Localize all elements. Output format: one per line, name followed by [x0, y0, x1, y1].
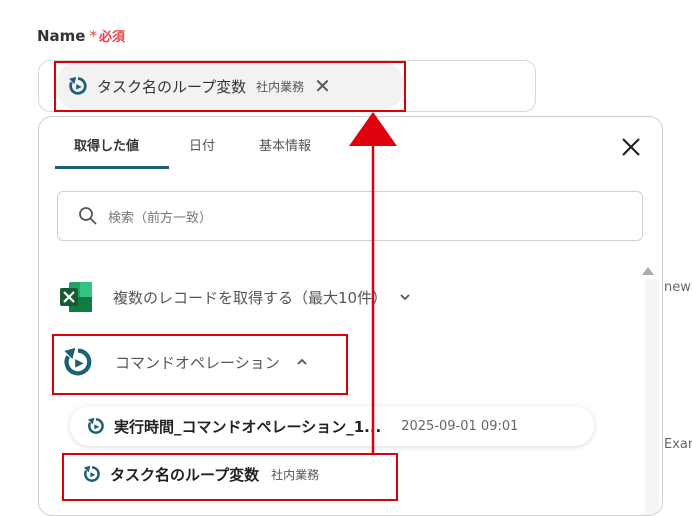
annotation-arrow-icon	[349, 112, 397, 455]
